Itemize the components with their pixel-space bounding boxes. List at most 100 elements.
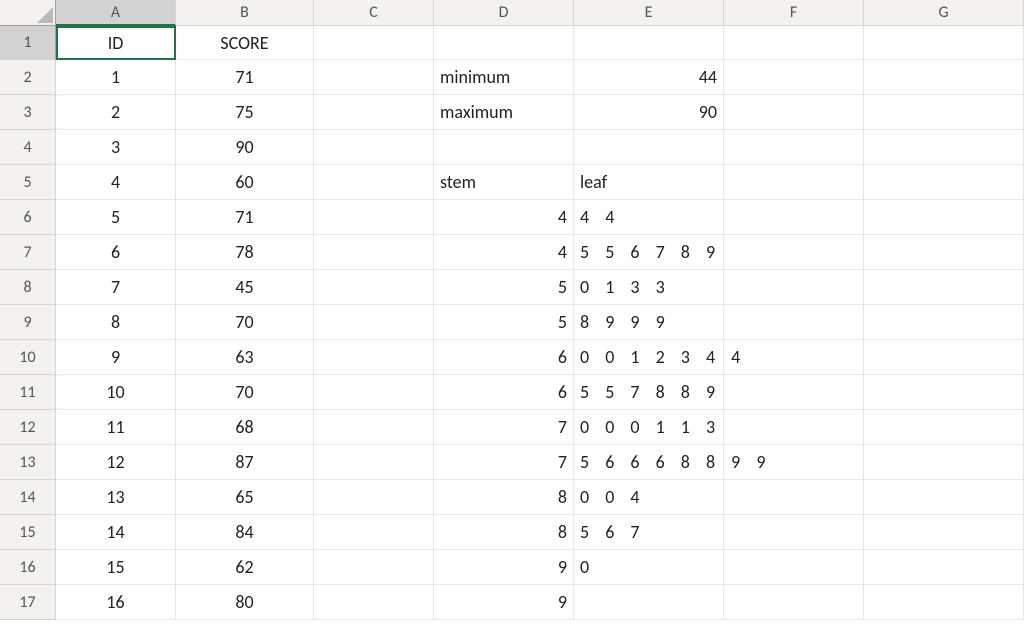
cell-G13[interactable] [864,445,1024,480]
cell-D15[interactable]: 8 [434,515,574,550]
cell-D16[interactable]: 9 [434,550,574,585]
cell-E8[interactable]: 0 1 3 3 [574,270,724,305]
cell-A6[interactable]: 5 [56,200,176,235]
cell-E17[interactable] [574,585,724,620]
cell-G11[interactable] [864,375,1024,410]
cell-F6[interactable] [724,200,864,235]
cell-D9[interactable]: 5 [434,305,574,340]
cell-A8[interactable]: 7 [56,270,176,305]
col-header-D[interactable]: D [434,0,574,26]
cell-C14[interactable] [314,480,434,515]
cell-E6[interactable]: 4 4 [574,200,724,235]
cell-F9[interactable] [724,305,864,340]
cell-E14[interactable]: 0 0 4 [574,480,724,515]
row-header-4[interactable]: 4 [0,130,56,165]
cell-C3[interactable] [314,95,434,130]
row-header-12[interactable]: 12 [0,410,56,445]
cell-C12[interactable] [314,410,434,445]
cell-C2[interactable] [314,60,434,95]
cell-B2[interactable]: 71 [176,60,314,95]
cell-C8[interactable] [314,270,434,305]
cell-F1[interactable] [724,26,864,60]
cell-B16[interactable]: 62 [176,550,314,585]
cell-G15[interactable] [864,515,1024,550]
cell-B12[interactable]: 68 [176,410,314,445]
cell-B7[interactable]: 78 [176,235,314,270]
cell-F7[interactable] [724,235,864,270]
col-header-B[interactable]: B [176,0,314,26]
cell-G5[interactable] [864,165,1024,200]
cell-G8[interactable] [864,270,1024,305]
cell-A7[interactable]: 6 [56,235,176,270]
cell-D8[interactable]: 5 [434,270,574,305]
cell-E12[interactable]: 0 0 0 1 1 3 [574,410,724,445]
row-header-2[interactable]: 2 [0,60,56,95]
col-header-E[interactable]: E [574,0,724,26]
cell-C17[interactable] [314,585,434,620]
cell-E1[interactable] [574,26,724,60]
cell-F16[interactable] [724,550,864,585]
cell-D1[interactable] [434,26,574,60]
cell-C5[interactable] [314,165,434,200]
cell-C16[interactable] [314,550,434,585]
cell-D10[interactable]: 6 [434,340,574,375]
cell-F11[interactable] [724,375,864,410]
cell-E3[interactable]: 90 [574,95,724,130]
cell-D11[interactable]: 6 [434,375,574,410]
cell-D7[interactable]: 4 [434,235,574,270]
cell-A10[interactable]: 9 [56,340,176,375]
cell-G12[interactable] [864,410,1024,445]
cell-E11[interactable]: 5 5 7 8 8 9 [574,375,724,410]
cell-A17[interactable]: 16 [56,585,176,620]
col-header-C[interactable]: C [314,0,434,26]
cell-A13[interactable]: 12 [56,445,176,480]
cell-C1[interactable] [314,26,434,60]
row-header-11[interactable]: 11 [0,375,56,410]
col-header-G[interactable]: G [864,0,1024,26]
cell-A4[interactable]: 3 [56,130,176,165]
cell-G9[interactable] [864,305,1024,340]
cell-B5[interactable]: 60 [176,165,314,200]
cell-B9[interactable]: 70 [176,305,314,340]
cell-F12[interactable] [724,410,864,445]
cell-A12[interactable]: 11 [56,410,176,445]
cell-A5[interactable]: 4 [56,165,176,200]
cell-B4[interactable]: 90 [176,130,314,165]
cell-D12[interactable]: 7 [434,410,574,445]
cell-E4[interactable] [574,130,724,165]
row-header-6[interactable]: 6 [0,200,56,235]
cell-G6[interactable] [864,200,1024,235]
row-header-13[interactable]: 13 [0,445,56,480]
cell-C6[interactable] [314,200,434,235]
cell-A1[interactable]: ID [56,26,176,60]
cell-D14[interactable]: 8 [434,480,574,515]
cell-D13[interactable]: 7 [434,445,574,480]
cell-C13[interactable] [314,445,434,480]
cell-B14[interactable]: 65 [176,480,314,515]
cell-E2[interactable]: 44 [574,60,724,95]
cell-F13[interactable] [724,445,864,480]
cell-G7[interactable] [864,235,1024,270]
row-header-8[interactable]: 8 [0,270,56,305]
cell-D17[interactable]: 9 [434,585,574,620]
col-header-F[interactable]: F [724,0,864,26]
cell-B15[interactable]: 84 [176,515,314,550]
row-header-17[interactable]: 17 [0,585,56,620]
row-header-3[interactable]: 3 [0,95,56,130]
cell-A15[interactable]: 14 [56,515,176,550]
cell-C10[interactable] [314,340,434,375]
cell-E9[interactable]: 8 9 9 9 [574,305,724,340]
cell-G3[interactable] [864,95,1024,130]
cell-A9[interactable]: 8 [56,305,176,340]
cell-E13[interactable]: 5 6 6 6 8 8 9 9 [574,445,724,480]
cell-F2[interactable] [724,60,864,95]
cell-B10[interactable]: 63 [176,340,314,375]
row-header-10[interactable]: 10 [0,340,56,375]
cell-A14[interactable]: 13 [56,480,176,515]
cell-G17[interactable] [864,585,1024,620]
cell-G16[interactable] [864,550,1024,585]
cell-D3[interactable]: maximum [434,95,574,130]
select-all-corner[interactable] [0,0,56,26]
row-header-16[interactable]: 16 [0,550,56,585]
cell-E16[interactable]: 0 [574,550,724,585]
